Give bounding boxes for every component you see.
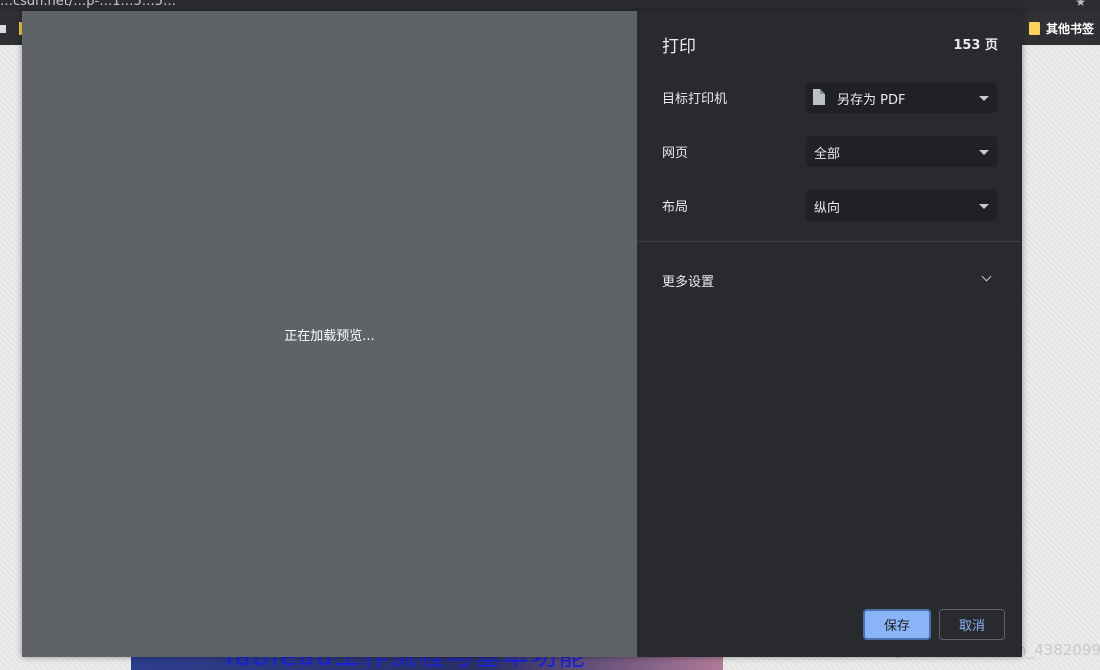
other-bookmarks-label: 其他书签 [1045, 22, 1094, 36]
chevron-down-icon[interactable] [981, 271, 992, 282]
dialog-title: 打印 [662, 37, 696, 57]
save-button[interactable]: 保存 [863, 609, 931, 640]
pages-select[interactable]: 全部 [806, 136, 997, 167]
bookmark-star-icon[interactable]: ★ [1075, 0, 1086, 9]
bookmark-item-icon[interactable] [0, 25, 6, 33]
dropdown-arrow-icon [979, 150, 989, 155]
print-settings-panel: 打印 153 页 目标打印机 另存为 PDF 网页 全部 布局 纵向 更多设置 … [637, 11, 1022, 657]
document-icon [813, 89, 825, 105]
divider [637, 241, 1022, 242]
address-bar-text[interactable]: …csdn.net/…p-…1…5…5… [0, 0, 176, 9]
dropdown-arrow-icon [979, 96, 989, 101]
layout-value: 纵向 [814, 201, 841, 216]
layout-select[interactable]: 纵向 [806, 190, 997, 221]
browser-toolbar: …csdn.net/…p-…1…5…5… ★ [0, 0, 1100, 11]
more-settings-toggle[interactable]: 更多设置 [662, 271, 714, 290]
dropdown-arrow-icon [979, 204, 989, 209]
print-preview-area: 正在加载预览... [22, 11, 637, 657]
pages-value: 全部 [814, 147, 841, 162]
destination-label: 目标打印机 [662, 92, 728, 107]
loading-preview-text: 正在加载预览... [284, 329, 375, 344]
folder-icon [1028, 22, 1040, 35]
layout-label: 布局 [662, 200, 689, 215]
destination-select[interactable]: 另存为 PDF [806, 82, 997, 113]
destination-value: 另存为 PDF [837, 93, 906, 108]
other-bookmarks[interactable]: 其他书签 [1028, 20, 1094, 37]
cancel-button[interactable]: 取消 [939, 609, 1005, 640]
print-dialog: 正在加载预览... 打印 153 页 目标打印机 另存为 PDF 网页 全部 布… [22, 11, 1022, 657]
page-count: 153 页 [953, 38, 998, 53]
pages-label: 网页 [662, 146, 689, 161]
